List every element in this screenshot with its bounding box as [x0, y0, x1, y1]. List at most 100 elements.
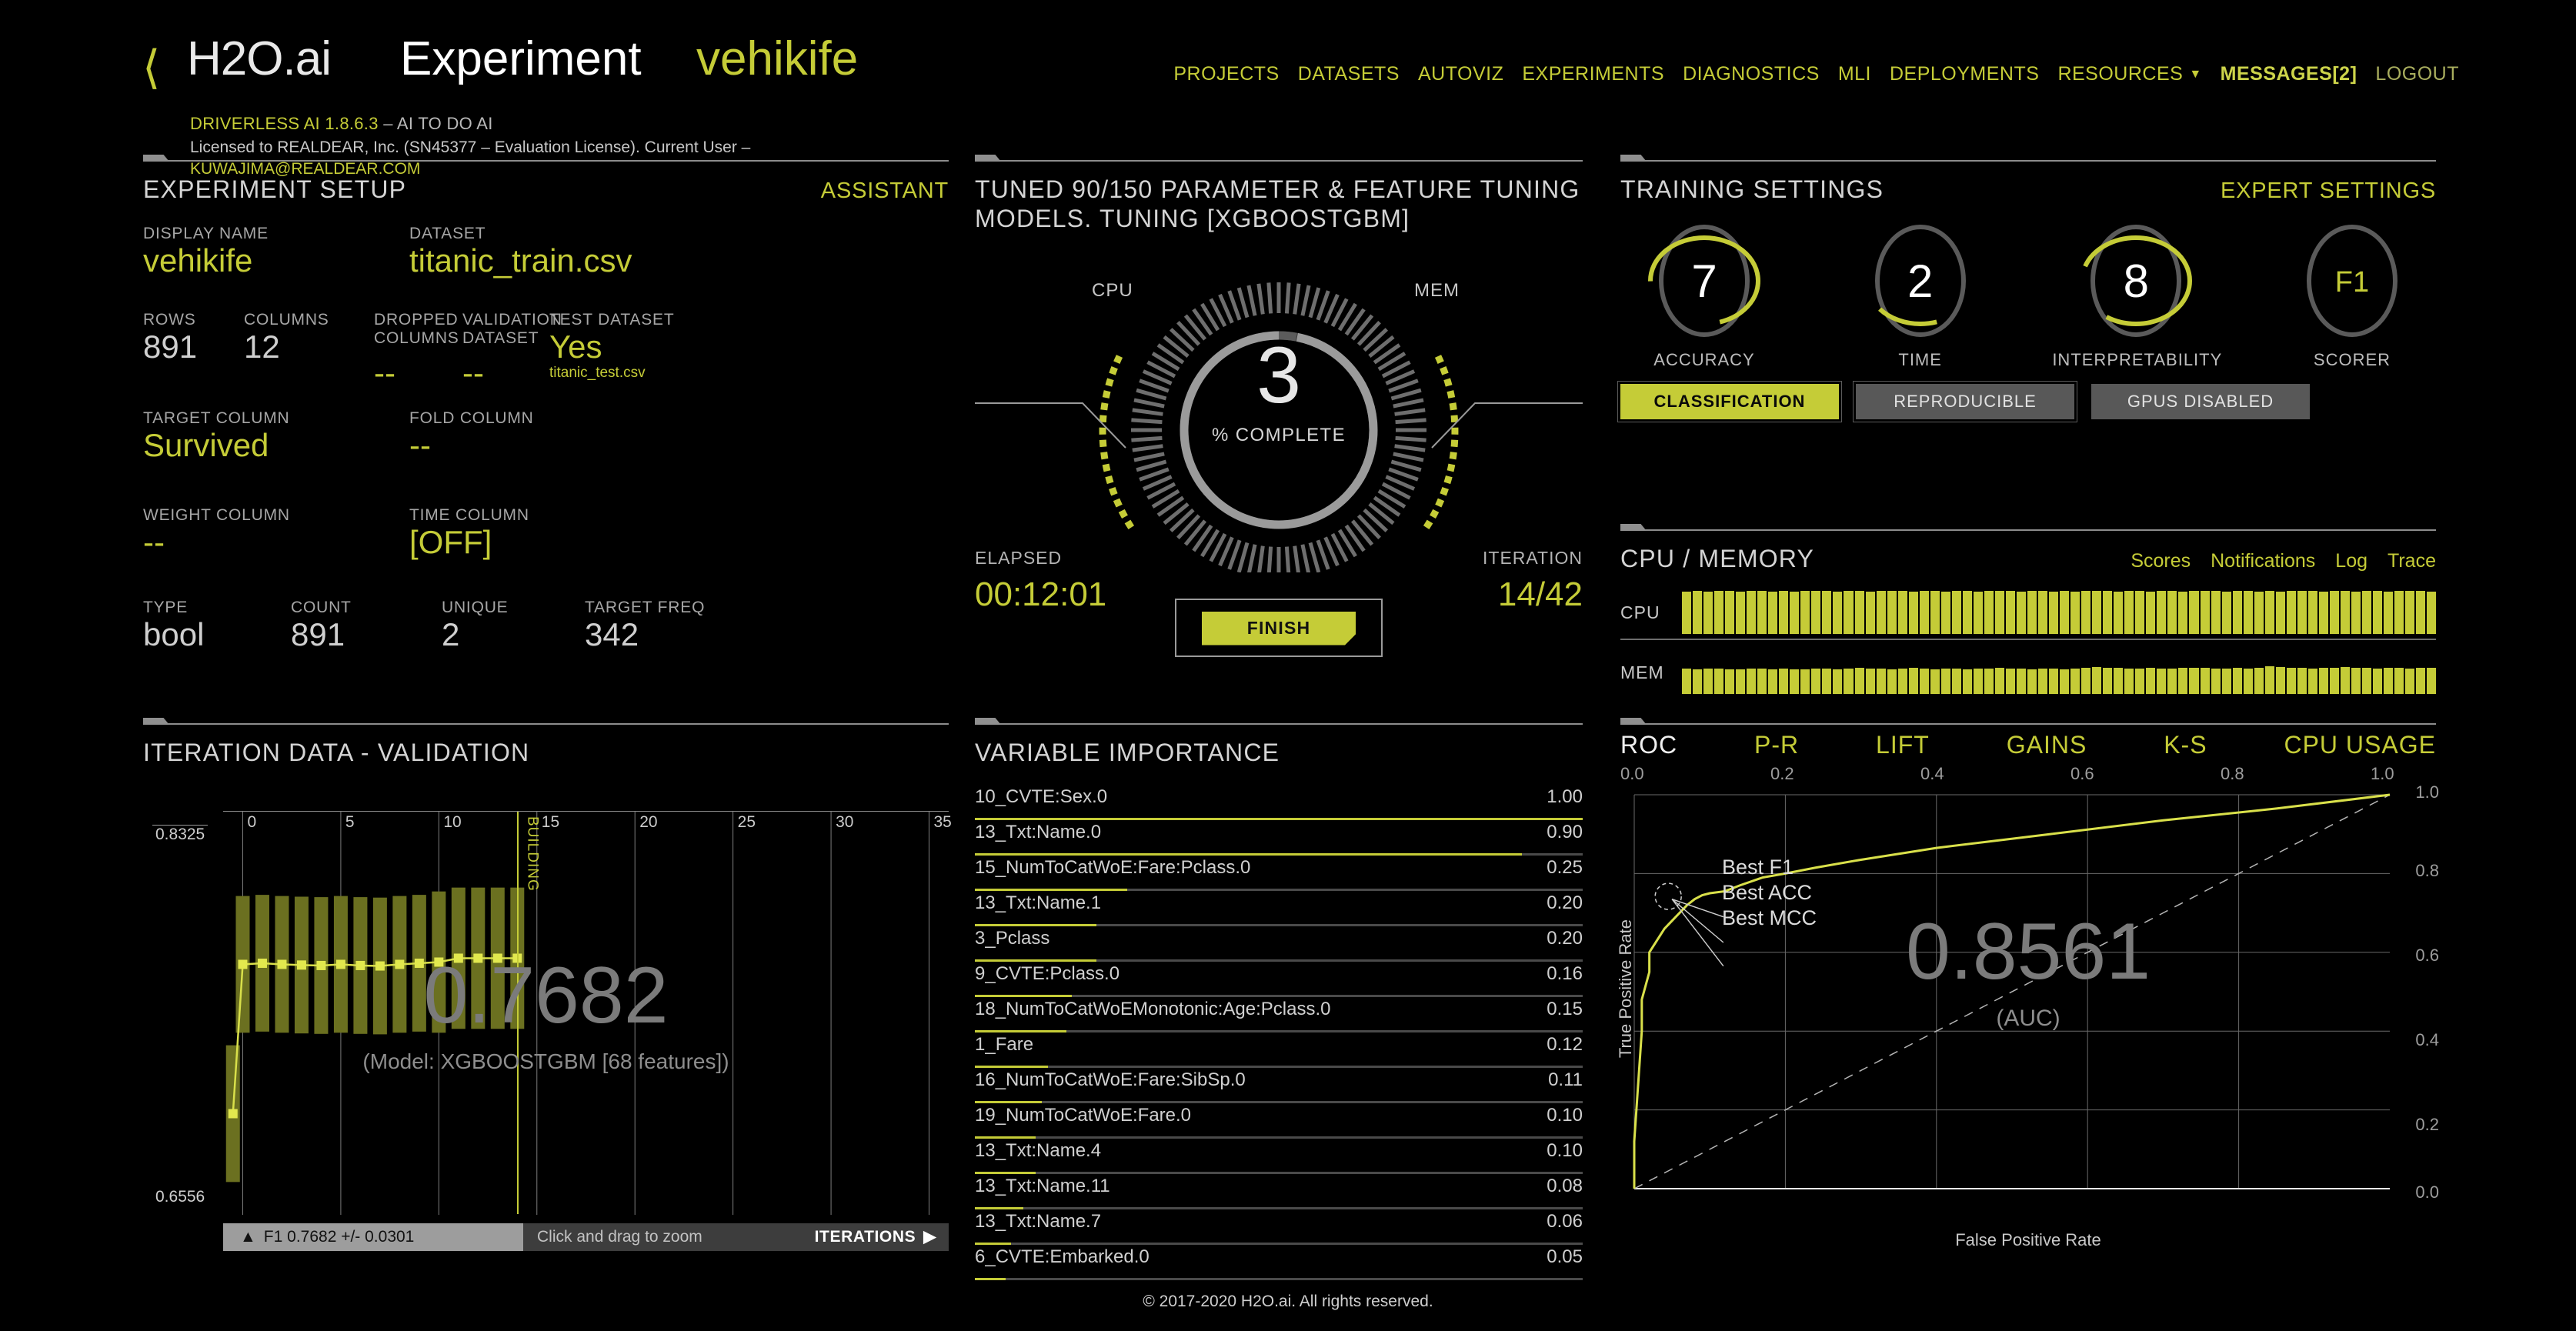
- variable-importance-title: VARIABLE IMPORTANCE: [975, 739, 1280, 766]
- spark-bar: [2038, 668, 2048, 694]
- training-settings-title: TRAINING SETTINGS: [1620, 175, 1884, 203]
- variable-importance-row[interactable]: 6_CVTE:Embarked.0 0.05: [975, 1246, 1583, 1282]
- variable-importance-row[interactable]: 1_Fare 0.12: [975, 1034, 1583, 1069]
- dial-scorer[interactable]: F1 SCORER: [2268, 223, 2436, 370]
- nav-mli[interactable]: MLI: [1838, 63, 1871, 85]
- chevron-left-icon[interactable]: ⟨: [142, 45, 160, 91]
- building-marker-label: BUILDING: [524, 816, 541, 892]
- nav-datasets[interactable]: DATASETS: [1298, 63, 1400, 85]
- spark-bar: [2373, 591, 2383, 634]
- nav-autoviz[interactable]: AUTOVIZ: [1418, 63, 1503, 85]
- target-column-label: TARGET COLUMN: [143, 409, 290, 427]
- variable-importance-row[interactable]: 3_Pclass 0.20: [975, 928, 1583, 963]
- variable-bar-fill: [975, 852, 1522, 856]
- spark-bar: [2081, 668, 2091, 694]
- spark-bar: [2081, 590, 2091, 634]
- variable-importance-row[interactable]: 10_CVTE:Sex.0 1.00: [975, 786, 1583, 822]
- spark-bar: [1994, 668, 2004, 694]
- tab-lift[interactable]: LIFT: [1876, 731, 1930, 759]
- nav-resources[interactable]: RESOURCES: [2057, 63, 2183, 85]
- spark-bar: [2103, 667, 2113, 694]
- iteration-legend[interactable]: ▲ F1 0.7682 +/- 0.0301: [223, 1223, 523, 1251]
- spark-bar: [2340, 590, 2350, 634]
- test-dataset-filename[interactable]: titanic_test.csv: [549, 365, 674, 382]
- variable-importance-row[interactable]: 13_Txt:Name.1 0.20: [975, 892, 1583, 928]
- scores-link[interactable]: Scores: [2131, 550, 2191, 572]
- brand-logo[interactable]: H2O.ai: [187, 35, 332, 83]
- variable-importance-row[interactable]: 16_NumToCatWoE:Fare:SibSp.0 0.11: [975, 1069, 1583, 1105]
- spark-bar: [1790, 591, 1800, 634]
- training-toggle-row: CLASSIFICATION REPRODUCIBLE GPUS DISABLE…: [1617, 380, 2436, 422]
- dial-interpretability[interactable]: 8 INTERPRETABILITY: [2052, 223, 2221, 370]
- log-link[interactable]: Log: [2335, 550, 2367, 572]
- nav-logout[interactable]: LOGOUT: [2375, 63, 2459, 85]
- dropped-columns-value: --: [374, 355, 395, 392]
- spark-bar: [1897, 590, 1907, 634]
- nav-diagnostics[interactable]: DIAGNOSTICS: [1683, 63, 1820, 85]
- variable-bar-fill: [975, 959, 1096, 962]
- variable-value: 0.90: [1547, 821, 1583, 842]
- variable-name: 10_CVTE:Sex.0: [975, 786, 1108, 807]
- spark-bar: [1747, 590, 1757, 634]
- panel-top-border: [1620, 723, 2436, 731]
- assistant-link[interactable]: ASSISTANT: [821, 178, 949, 204]
- tab-roc[interactable]: ROC: [1620, 731, 1677, 759]
- iteration-best-score: 0.7682: [423, 950, 669, 1040]
- spark-bar: [1962, 591, 1972, 634]
- variable-bar-fill: [975, 888, 1127, 891]
- roc-ytick-1-0: 1.0: [2415, 782, 2439, 802]
- variable-importance-row[interactable]: 15_NumToCatWoE:Fare:Pclass.0 0.25: [975, 857, 1583, 892]
- variable-name: 13_Txt:Name.0: [975, 821, 1102, 842]
- variable-importance-row[interactable]: 18_NumToCatWoEMonotonic:Age:Pclass.0 0.1…: [975, 999, 1583, 1034]
- spark-bar: [2264, 590, 2274, 634]
- variable-importance-row[interactable]: 13_Txt:Name.11 0.08: [975, 1176, 1583, 1211]
- expert-settings-link[interactable]: EXPERT SETTINGS: [2221, 178, 2436, 204]
- nav-messages[interactable]: MESSAGES[2]: [2221, 63, 2357, 85]
- spark-bar: [1757, 591, 1767, 634]
- variable-importance-row[interactable]: 13_Txt:Name.7 0.06: [975, 1211, 1583, 1246]
- nav-deployments[interactable]: DEPLOYMENTS: [1890, 63, 2039, 85]
- spark-bar: [2200, 668, 2210, 694]
- variable-importance-row[interactable]: 13_Txt:Name.0 0.90: [975, 822, 1583, 857]
- gpus-disabled-toggle[interactable]: GPUS DISABLED: [2091, 383, 2310, 419]
- variable-importance-row[interactable]: 13_Txt:Name.4 0.10: [975, 1140, 1583, 1176]
- variable-importance-panel: VARIABLE IMPORTANCE 10_CVTE:Sex.0 1.00 1…: [975, 723, 1583, 1282]
- variable-importance-row[interactable]: 19_NumToCatWoE:Fare.0 0.10: [975, 1105, 1583, 1140]
- dial-accuracy[interactable]: 7 ACCURACY: [1620, 223, 1788, 370]
- spark-bar: [1790, 669, 1800, 694]
- spark-bar: [2232, 668, 2242, 694]
- play-arrow-icon: ▶: [923, 1228, 936, 1246]
- spark-bar: [2307, 590, 2317, 634]
- nav-experiments[interactable]: EXPERIMENTS: [1522, 63, 1664, 85]
- finish-button[interactable]: FINISH: [1202, 611, 1356, 645]
- dataset-value[interactable]: titanic_train.csv: [409, 242, 632, 279]
- variable-value: 0.12: [1547, 1033, 1583, 1055]
- iterations-axis-toggle[interactable]: ITERATIONS ▶: [815, 1227, 949, 1246]
- tab-ks[interactable]: K-S: [2164, 731, 2207, 759]
- dial-time[interactable]: 2 TIME: [1837, 223, 2004, 370]
- nav-projects[interactable]: PROJECTS: [1173, 63, 1279, 85]
- target-freq-value: 342: [585, 615, 639, 652]
- iteration-y-max: 0.8325: [152, 824, 209, 844]
- zoom-hint: Click and drag to zoom: [537, 1227, 702, 1246]
- spark-bar: [1779, 590, 1789, 634]
- spark-bar: [2384, 591, 2394, 634]
- tab-gains[interactable]: GAINS: [2007, 731, 2087, 759]
- spark-bar: [1736, 591, 1746, 634]
- spark-bar: [2361, 590, 2371, 634]
- iteration-value: 14/42: [1497, 575, 1583, 613]
- chevron-down-icon[interactable]: ▼: [2189, 68, 2201, 82]
- iteration-chart[interactable]: 0.8325 0.6556 BUILDING 0 5 10 15 20 25 30 35 0.…: [143, 788, 952, 1251]
- variable-importance-row[interactable]: 9_CVTE:Pclass.0 0.16: [975, 963, 1583, 999]
- variable-value: 0.10: [1547, 1139, 1583, 1161]
- trace-link[interactable]: Trace: [2387, 550, 2436, 572]
- roc-chart[interactable]: True Positive Rate 1.0 0.8 0.6 0.4 0.2 0…: [1616, 782, 2439, 1249]
- variable-value: 0.20: [1547, 892, 1583, 913]
- spark-bar: [2114, 591, 2124, 634]
- tab-pr[interactable]: P-R: [1754, 731, 1799, 759]
- classification-toggle[interactable]: CLASSIFICATION: [1617, 380, 1842, 422]
- reproducible-toggle[interactable]: REPRODUCIBLE: [1853, 380, 2077, 422]
- variable-bar-track: [975, 1029, 1583, 1032]
- tab-cpu-usage[interactable]: CPU USAGE: [2284, 731, 2435, 759]
- notifications-link[interactable]: Notifications: [2211, 550, 2315, 572]
